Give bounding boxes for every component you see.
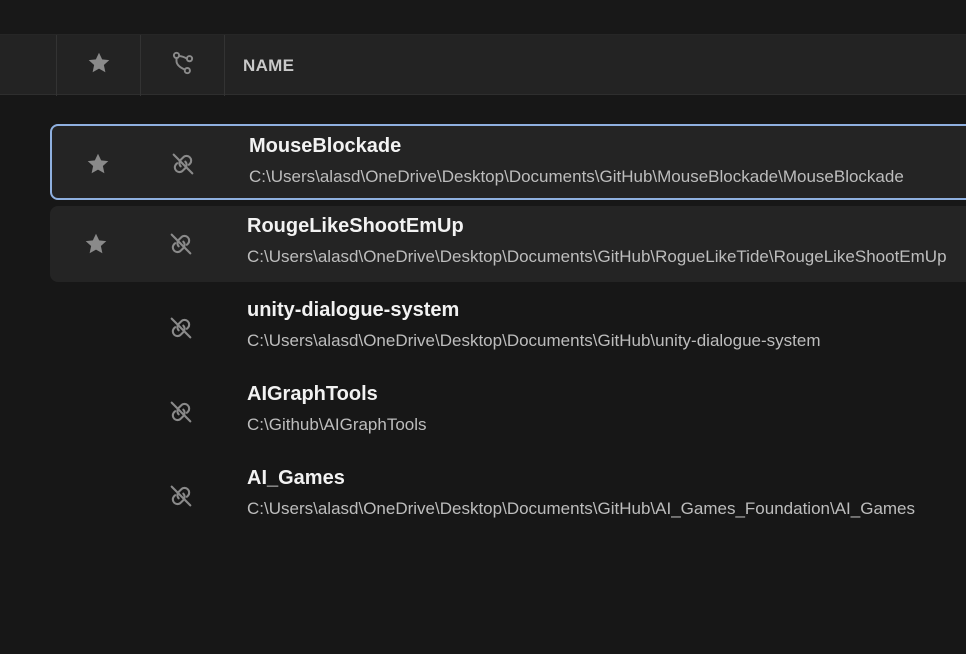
sort-by-vcs-header[interactable]: [141, 35, 224, 96]
unlinked-icon[interactable]: [165, 396, 197, 428]
name-column-header[interactable]: NAME: [243, 35, 294, 96]
window-top-strip: [0, 0, 966, 34]
star-icon[interactable]: [82, 148, 114, 180]
project-path: C:\Users\alasd\OneDrive\Desktop\Document…: [247, 247, 947, 266]
project-row[interactable]: RougeLikeShootEmUp C:\Users\alasd\OneDri…: [50, 206, 966, 282]
header-divider: [224, 35, 225, 96]
project-name: AI_Games: [247, 467, 345, 489]
project-path: C:\Users\alasd\OneDrive\Desktop\Document…: [247, 499, 916, 518]
project-row[interactable]: AI_Games C:\Users\alasd\OneDrive\Desktop…: [50, 458, 966, 534]
project-name: MouseBlockade: [249, 135, 402, 157]
project-path: C:\Users\alasd\OneDrive\Desktop\Document…: [249, 167, 904, 186]
sort-by-favorite-header[interactable]: [57, 35, 140, 96]
unlinked-icon[interactable]: [165, 480, 197, 512]
unlinked-icon[interactable]: [167, 148, 199, 180]
unlinked-icon[interactable]: [165, 228, 197, 260]
unlinked-icon[interactable]: [165, 312, 197, 344]
project-path: C:\Github\AIGraphTools: [247, 415, 427, 434]
project-name: unity-dialogue-system: [247, 299, 460, 321]
project-row[interactable]: MouseBlockade C:\Users\alasd\OneDrive\De…: [50, 124, 966, 200]
project-row[interactable]: unity-dialogue-system C:\Users\alasd\One…: [50, 290, 966, 366]
star-icon: [86, 50, 112, 81]
star-icon[interactable]: [80, 228, 112, 260]
project-list: MouseBlockade C:\Users\alasd\OneDrive\De…: [0, 96, 966, 654]
project-name: AIGraphTools: [247, 383, 378, 405]
project-row[interactable]: AIGraphTools C:\Github\AIGraphTools: [50, 374, 966, 450]
project-name: RougeLikeShootEmUp: [247, 215, 464, 237]
branch-icon: [170, 50, 196, 81]
project-list-header: NAME: [0, 34, 966, 96]
project-path: C:\Users\alasd\OneDrive\Desktop\Document…: [247, 331, 821, 350]
